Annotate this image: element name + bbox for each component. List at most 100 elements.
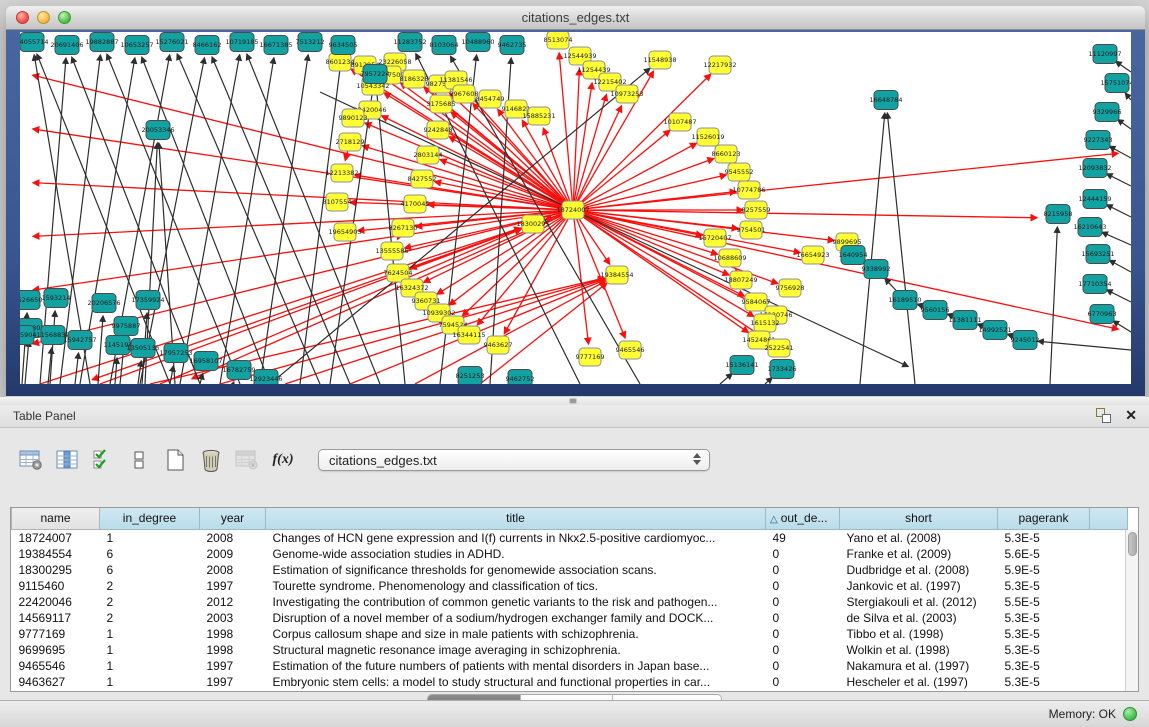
graph-node[interactable]: 9242848 — [424, 121, 453, 139]
graph-node[interactable]: 20053346 — [141, 121, 174, 140]
graph-node[interactable]: 8267130 — [389, 219, 418, 237]
graph-node[interactable]: 11120997 — [1088, 45, 1121, 64]
graph-node[interactable]: 3915904 — [20, 326, 36, 345]
splitter-grip-icon[interactable] — [570, 399, 576, 403]
row-height-button[interactable] — [124, 446, 154, 474]
graph-node[interactable]: 10653257 — [120, 36, 153, 55]
delete-table-button[interactable] — [232, 446, 262, 474]
graph-node[interactable]: 9754501 — [737, 221, 766, 239]
float-panel-icon[interactable] — [1096, 408, 1111, 423]
table-cell[interactable]: 49 — [766, 529, 840, 546]
table-cell[interactable]: 9463627 — [12, 674, 100, 690]
table-cell[interactable]: 1 — [100, 642, 200, 658]
table-cell[interactable]: 2009 — [200, 546, 266, 562]
column-header-out-degree[interactable]: △out_de... — [766, 508, 840, 529]
table-cell[interactable]: 9465546 — [12, 658, 100, 674]
graph-node[interactable]: 13505135 — [126, 339, 159, 358]
table-cell[interactable]: 2 — [100, 578, 200, 594]
zoom-button[interactable] — [58, 11, 71, 24]
column-header-year[interactable]: year — [200, 508, 266, 529]
graph-node[interactable]: 15276021 — [155, 33, 188, 52]
graph-node[interactable]: 8215958 — [1044, 205, 1073, 224]
close-button[interactable] — [16, 11, 29, 24]
table-cell[interactable]: 2 — [100, 594, 200, 610]
graph-node[interactable]: 12923446 — [249, 370, 282, 385]
graph-node[interactable]: 9329966 — [1093, 103, 1122, 122]
graph-node[interactable]: 1593214 — [42, 289, 71, 308]
graph-node[interactable]: 17710354 — [1078, 275, 1111, 294]
graph-node[interactable]: 2718129 — [336, 133, 365, 151]
graph-node[interactable]: 12444159 — [1078, 190, 1111, 209]
table-cell[interactable]: 1997 — [200, 578, 266, 594]
table-cell[interactable]: Nakamura et al. (1997) — [840, 658, 998, 674]
graph-node[interactable]: 9634505 — [329, 36, 358, 55]
table-cell[interactable]: Embryonic stem cells: a model to study s… — [266, 674, 766, 690]
graph-node[interactable]: 9227343 — [1084, 131, 1113, 150]
table-row[interactable]: 946362711997Embryonic stem cells: a mode… — [12, 674, 1128, 690]
graph-node[interactable]: 9245012 — [1011, 331, 1040, 350]
delete-column-button[interactable] — [196, 446, 226, 474]
table-cell[interactable]: Genome-wide association studies in ADHD. — [266, 546, 766, 562]
graph-node[interactable]: 9338992 — [862, 260, 891, 279]
table-cell[interactable]: 0 — [766, 610, 840, 626]
graph-node[interactable]: 19654903 — [328, 223, 361, 241]
graph-node[interactable]: 9463627 — [484, 336, 513, 354]
table-cell[interactable]: Estimation of the future numbers of pati… — [266, 658, 766, 674]
table-cell[interactable]: 5.3E-5 — [998, 642, 1090, 658]
table-cell[interactable]: Structural magnetic resonance image aver… — [266, 642, 766, 658]
table-cell[interactable]: Investigating the contribution of common… — [266, 594, 766, 610]
table-row[interactable]: 946554611997Estimation of the future num… — [12, 658, 1128, 674]
graph-node[interactable]: 4170045 — [401, 195, 430, 213]
graph-node[interactable]: 19882887 — [85, 33, 118, 52]
graph-node[interactable]: 20691406 — [50, 36, 83, 55]
minimize-button[interactable] — [37, 11, 50, 24]
set-values-button[interactable] — [88, 446, 118, 474]
create-column-button[interactable] — [160, 446, 190, 474]
table-cell[interactable]: Changes of HCN gene expression and I(f) … — [266, 529, 766, 546]
table-row[interactable]: 977716911998Corpus callosum shape and si… — [12, 626, 1128, 642]
graph-node[interactable]: 9465546 — [616, 341, 645, 359]
table-row[interactable]: 1872400712008Changes of HCN gene express… — [12, 529, 1128, 546]
table-cell[interactable]: 5.3E-5 — [998, 658, 1090, 674]
table-cell[interactable]: 1 — [100, 674, 200, 690]
table-settings-button[interactable] — [16, 446, 46, 474]
graph-node[interactable]: 9462752 — [506, 370, 535, 385]
graph-node[interactable]: 12217932 — [703, 56, 736, 74]
graph-node[interactable]: 1615132 — [751, 314, 780, 332]
graph-node[interactable]: 12213382 — [325, 164, 358, 182]
table-row[interactable]: 911546021997Tourette syndrome. Phenomeno… — [12, 578, 1128, 594]
graph-node[interactable]: 14992521 — [978, 321, 1011, 340]
graph-node[interactable]: 8427552 — [408, 170, 437, 188]
graph-node[interactable]: 3175685 — [427, 95, 456, 113]
graph-node[interactable]: 10688609 — [713, 249, 746, 267]
table-cell[interactable]: 5.9E-5 — [998, 562, 1090, 578]
graph-node[interactable]: 9545552 — [725, 163, 754, 181]
table-cell[interactable]: 2008 — [200, 529, 266, 546]
column-header-short[interactable]: short — [840, 508, 998, 529]
column-header-in-degree[interactable]: in_degree — [100, 508, 200, 529]
graph-node[interactable]: 1640954 — [839, 246, 868, 265]
table-cell[interactable]: 5.3E-5 — [998, 578, 1090, 594]
graph-node[interactable]: 9777169 — [576, 348, 605, 366]
table-cell[interactable]: 2003 — [200, 610, 266, 626]
graph-node[interactable]: 17957253 — [159, 344, 192, 363]
table-cell[interactable]: Stergiakouli et al. (2012) — [840, 594, 998, 610]
table-cell[interactable]: 5.3E-5 — [998, 529, 1090, 546]
scrollbar-thumb[interactable] — [1128, 532, 1137, 556]
table-cell[interactable]: Corpus callosum shape and size in male p… — [266, 626, 766, 642]
graph-node[interactable]: 8257559 — [742, 201, 771, 219]
graph-node[interactable]: 16210643 — [1073, 218, 1106, 237]
table-cell[interactable]: 0 — [766, 658, 840, 674]
table-cell[interactable]: 1 — [100, 529, 200, 546]
table-cell[interactable]: Dudbridge et al. (2008) — [840, 562, 998, 578]
graph-node[interactable]: 8186328 — [400, 70, 429, 88]
table-cell[interactable]: 0 — [766, 674, 840, 690]
graph-node[interactable]: 16648784 — [869, 91, 902, 110]
graph-node[interactable]: 20206576 — [87, 294, 120, 313]
table-cell[interactable]: de Silva et al. (2003) — [840, 610, 998, 626]
graph-node[interactable]: 9462735 — [498, 36, 527, 55]
graph-node[interactable]: 9560156 — [921, 301, 950, 320]
graph-node[interactable]: 8107554 — [323, 193, 352, 211]
graph-node[interactable]: 7513212 — [296, 33, 325, 52]
table-cell[interactable]: 0 — [766, 626, 840, 642]
